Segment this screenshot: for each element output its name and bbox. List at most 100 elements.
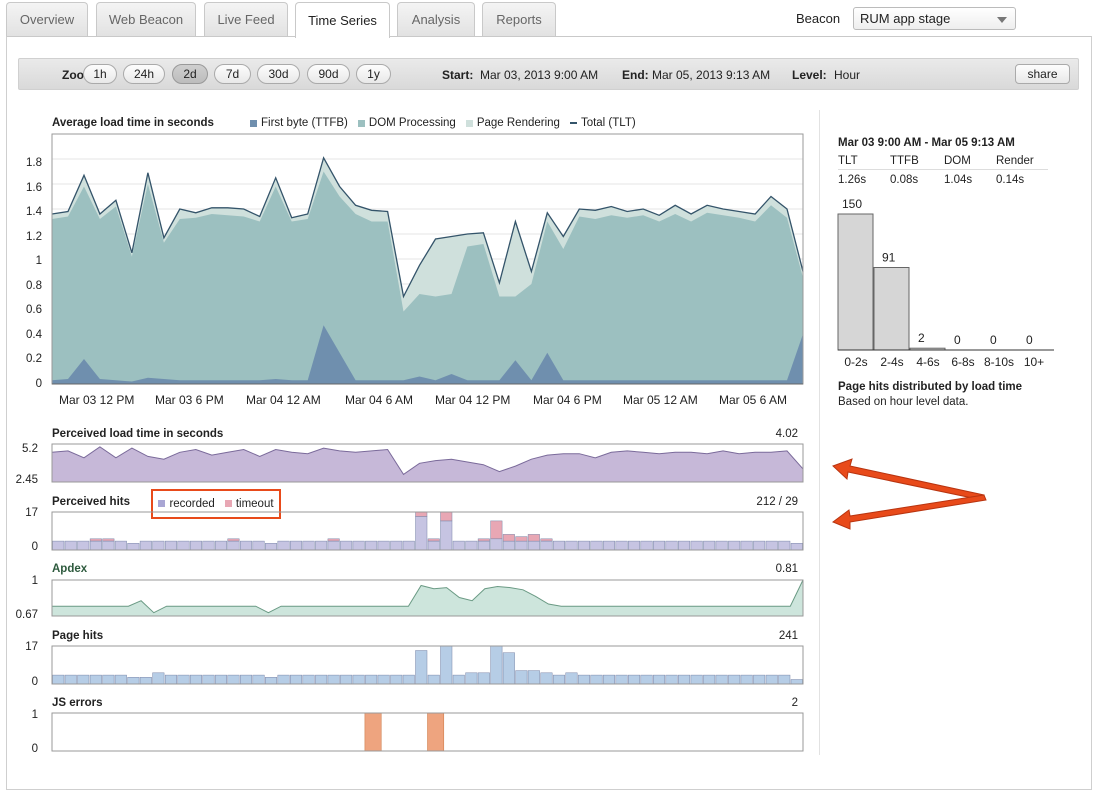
page-hits-bar bbox=[415, 650, 428, 685]
page-hits-bar bbox=[753, 674, 766, 685]
perceived-hits-bar bbox=[515, 536, 528, 542]
page-hits-bar bbox=[565, 672, 578, 685]
perceived-hits-bar bbox=[302, 540, 315, 551]
perceived-hits-bar bbox=[440, 520, 453, 551]
perceived-hits-bar bbox=[102, 540, 115, 551]
page-hits-bar bbox=[202, 674, 215, 685]
perceived-hits-bar bbox=[653, 540, 666, 551]
page-hits-bar bbox=[352, 674, 365, 685]
perceived-hits-bar bbox=[415, 516, 428, 551]
page-hits-bar bbox=[590, 674, 603, 685]
perceived-hits-bar bbox=[740, 540, 753, 551]
page-hits-bar bbox=[52, 674, 65, 685]
perceived-hits-bar bbox=[89, 538, 102, 542]
page-hits-bar bbox=[678, 674, 691, 685]
perceived-hits-bar bbox=[152, 540, 165, 551]
perceived-hits-bar bbox=[452, 540, 465, 551]
perceived-hits-bar bbox=[340, 540, 353, 551]
page-hits-bar bbox=[277, 674, 290, 685]
page-hits-bar bbox=[527, 670, 540, 685]
annotation-arrow bbox=[832, 458, 985, 501]
histogram-value-label: 91 bbox=[882, 251, 896, 265]
page-hits-bar bbox=[315, 674, 328, 685]
page-hits-bar bbox=[640, 674, 653, 685]
page-hits-bar bbox=[515, 670, 528, 685]
apdex-area bbox=[52, 580, 803, 616]
perceived-hits-bar bbox=[390, 540, 403, 551]
tab-time-series[interactable]: Time Series bbox=[295, 2, 390, 38]
page-hits-bar bbox=[89, 674, 102, 685]
histogram-bar bbox=[873, 267, 910, 351]
perceived-hits-bar bbox=[640, 540, 653, 551]
perceived-hits-bar bbox=[377, 540, 390, 551]
perceived-hits-bar bbox=[240, 540, 253, 551]
page-hits-bar bbox=[790, 679, 803, 685]
perceived-hits-bar bbox=[703, 540, 716, 551]
perceived-hits-bar bbox=[477, 540, 490, 551]
js-error-bar bbox=[427, 712, 445, 752]
perceived-hits-bar bbox=[114, 540, 127, 551]
page-hits-bar bbox=[127, 677, 140, 685]
page-hits-bar bbox=[64, 674, 77, 685]
histogram-bar bbox=[837, 213, 874, 351]
perceived-hits-bar bbox=[527, 534, 540, 542]
page-hits-bar bbox=[703, 674, 716, 685]
page-hits-bar bbox=[452, 674, 465, 685]
page-hits-bar bbox=[139, 677, 152, 685]
perceived-hits-bar bbox=[753, 540, 766, 551]
page-hits-bar bbox=[227, 674, 240, 685]
page-hits-bar bbox=[728, 674, 741, 685]
perceived-hits-bar bbox=[402, 540, 415, 551]
page-hits-bar bbox=[189, 674, 202, 685]
perceived-hits-bar bbox=[665, 540, 678, 551]
page-hits-bar bbox=[340, 674, 353, 685]
perceived-hits-bar bbox=[177, 540, 190, 551]
perceived-hits-bar bbox=[64, 540, 77, 551]
page-hits-bar bbox=[377, 674, 390, 685]
page-hits-bar bbox=[615, 674, 628, 685]
page-hits-bar bbox=[477, 672, 490, 685]
page-hits-bar bbox=[465, 672, 478, 685]
perceived-hits-bar bbox=[227, 540, 240, 551]
page-hits-bar bbox=[102, 674, 115, 685]
perceived-hits-bar bbox=[252, 540, 265, 551]
page-hits-bar bbox=[552, 674, 565, 685]
perceived-hits-bar bbox=[490, 520, 503, 540]
perceived-hits-bar bbox=[127, 543, 140, 551]
perceived-hits-bar bbox=[527, 540, 540, 551]
page-hits-bar bbox=[765, 674, 778, 685]
page-hits-bar bbox=[577, 674, 590, 685]
perceived-hits-bar bbox=[477, 538, 490, 542]
page-hits-bar bbox=[152, 672, 165, 685]
perceived-hits-bar bbox=[490, 538, 503, 551]
page-hits-bar bbox=[240, 674, 253, 685]
perceived-hits-bar bbox=[515, 540, 528, 551]
perceived-hits-bar bbox=[365, 540, 378, 551]
perceived-hits-bar bbox=[277, 540, 290, 551]
perceived-hits-bar bbox=[540, 538, 553, 542]
page-hits-bar bbox=[302, 674, 315, 685]
page-hits-bar bbox=[490, 645, 503, 685]
perceived-hits-bar bbox=[315, 540, 328, 551]
page-hits-bar bbox=[402, 674, 415, 685]
perceived-hits-bar bbox=[615, 540, 628, 551]
page-hits-bar bbox=[665, 674, 678, 685]
page-hits-bar bbox=[252, 674, 265, 685]
perceived-hits-bar bbox=[778, 540, 791, 551]
page-hits-bar bbox=[427, 674, 440, 685]
page-hits-bar bbox=[365, 674, 378, 685]
page-hits-bar bbox=[440, 645, 453, 685]
page-hits-bar bbox=[327, 674, 340, 685]
page-hits-bar bbox=[290, 674, 303, 685]
page-hits-bar bbox=[740, 674, 753, 685]
page-hits-bar bbox=[214, 674, 227, 685]
perceived-hits-bar bbox=[440, 511, 453, 522]
perceived-hits-bar bbox=[540, 540, 553, 551]
page-hits-bar bbox=[715, 674, 728, 685]
perceived-hits-bar bbox=[265, 543, 278, 551]
perceived-hits-bar bbox=[565, 540, 578, 551]
perceived-hits-bar bbox=[77, 540, 90, 551]
perceived-hits-bar bbox=[502, 540, 515, 551]
page-hits-bar bbox=[114, 674, 127, 685]
perceived-hits-bar bbox=[765, 540, 778, 551]
